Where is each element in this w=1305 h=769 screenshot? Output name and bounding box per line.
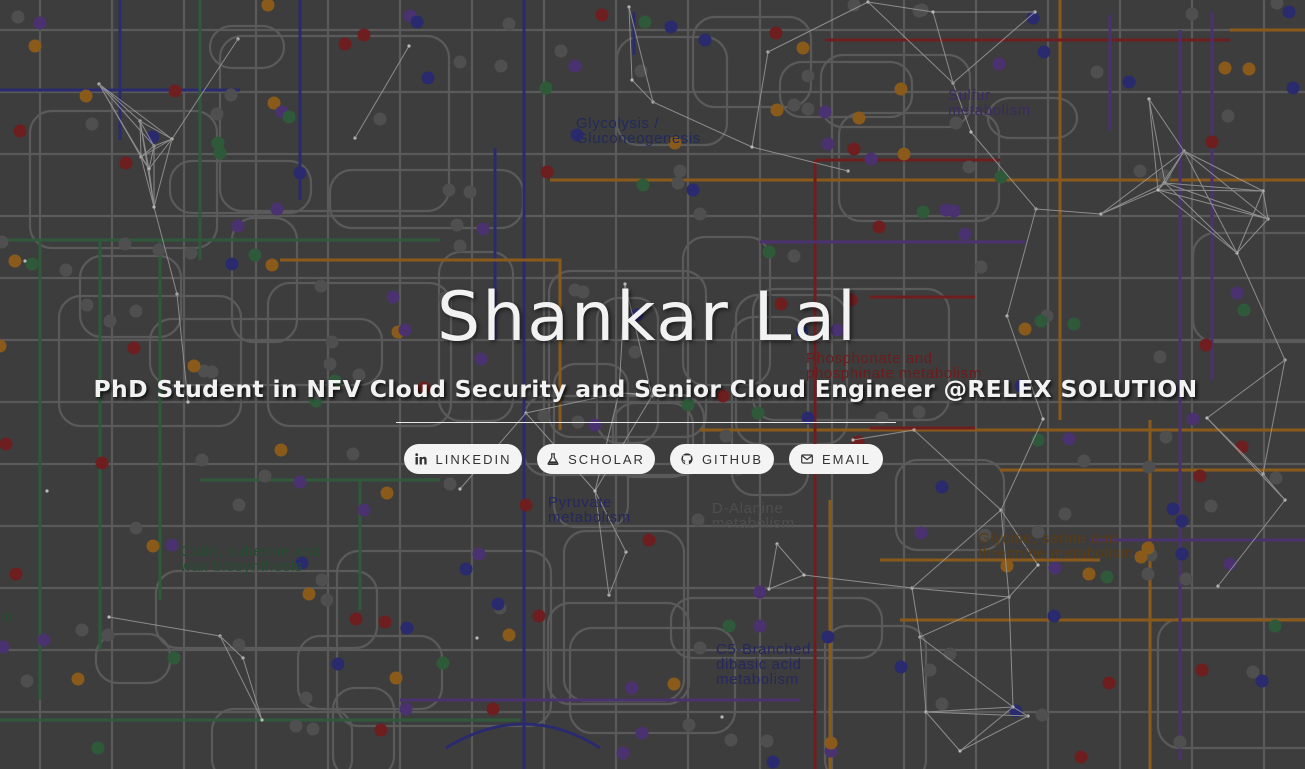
scholar-label: SCHOLAR [568, 451, 645, 467]
envelope-icon [801, 453, 813, 465]
github-button[interactable]: GITHUB [670, 444, 774, 474]
email-button[interactable]: EMAIL [789, 444, 883, 474]
hero-name: Shankar Lal [437, 278, 858, 357]
github-icon [681, 453, 693, 465]
linkedin-button[interactable]: LINKEDIN [404, 444, 522, 474]
email-label: EMAIL [821, 451, 871, 467]
github-label: GITHUB [701, 451, 764, 467]
linkedin-label: LINKEDIN [435, 451, 512, 467]
linkedin-icon [414, 453, 427, 465]
scholar-button[interactable]: SCHOLAR [537, 444, 655, 474]
flask-icon [547, 453, 559, 465]
hero-subtitle: PhD Student in NFV Cloud Security and Se… [93, 375, 1198, 403]
hero-divider [396, 422, 896, 423]
hero-section: Shankar Lal PhD Student in NFV Cloud Sec… [0, 0, 1305, 769]
